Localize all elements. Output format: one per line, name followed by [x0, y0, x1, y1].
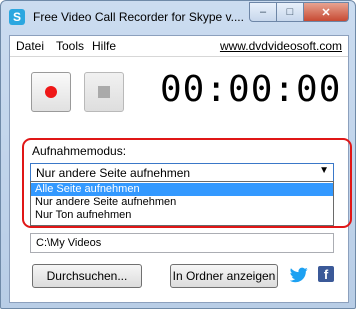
- client-area: Datei Tools Hilfe www.dvdvideosoft.com 0…: [9, 35, 352, 303]
- menu-hilfe[interactable]: Hilfe: [92, 39, 116, 53]
- mode-select-value: Nur andere Seite aufnehmen: [36, 166, 191, 180]
- record-button[interactable]: [31, 72, 71, 112]
- browse-button[interactable]: Durchsuchen...: [32, 264, 142, 288]
- mode-select[interactable]: Nur andere Seite aufnehmen ▼: [30, 163, 334, 183]
- mode-option-audio-only[interactable]: Nur Ton aufnehmen: [31, 209, 333, 222]
- minimize-button[interactable]: –: [249, 2, 277, 22]
- menu-tools[interactable]: Tools: [56, 39, 84, 53]
- mode-label: Aufnahmemodus:: [32, 144, 127, 158]
- website-link[interactable]: www.dvdvideosoft.com: [220, 39, 342, 53]
- record-icon: [45, 86, 57, 98]
- mode-option-all[interactable]: Alle Seite aufnehmen: [31, 183, 333, 196]
- twitter-icon[interactable]: [289, 267, 308, 283]
- stop-button[interactable]: [84, 72, 124, 112]
- mode-option-other-side[interactable]: Nur andere Seite aufnehmen: [31, 196, 333, 209]
- menu-bar: Datei Tools Hilfe www.dvdvideosoft.com: [10, 36, 348, 57]
- chevron-down-icon[interactable]: ▼: [319, 165, 329, 176]
- title-bar[interactable]: S Free Video Call Recorder for Skype v..…: [1, 1, 355, 35]
- close-button[interactable]: ✕: [304, 2, 349, 22]
- skype-icon[interactable]: S: [9, 9, 25, 25]
- twitter-bird-icon: [289, 267, 308, 283]
- window-controls: – □ ✕: [249, 2, 349, 22]
- output-path-value: C:\My Videos: [36, 237, 102, 249]
- maximize-button[interactable]: □: [277, 2, 304, 22]
- menu-datei[interactable]: Datei: [16, 39, 44, 53]
- app-window: S Free Video Call Recorder for Skype v..…: [0, 0, 356, 309]
- window-title: Free Video Call Recorder for Skype v....: [33, 10, 244, 24]
- open-folder-button[interactable]: In Ordner anzeigen: [170, 264, 278, 288]
- output-path-field[interactable]: C:\My Videos: [30, 233, 334, 253]
- timer-display: 00:00:00: [160, 69, 342, 110]
- mode-dropdown-list: Alle Seite aufnehmen Nur andere Seite au…: [30, 181, 334, 226]
- stop-icon: [98, 86, 110, 98]
- facebook-icon[interactable]: f: [318, 266, 334, 282]
